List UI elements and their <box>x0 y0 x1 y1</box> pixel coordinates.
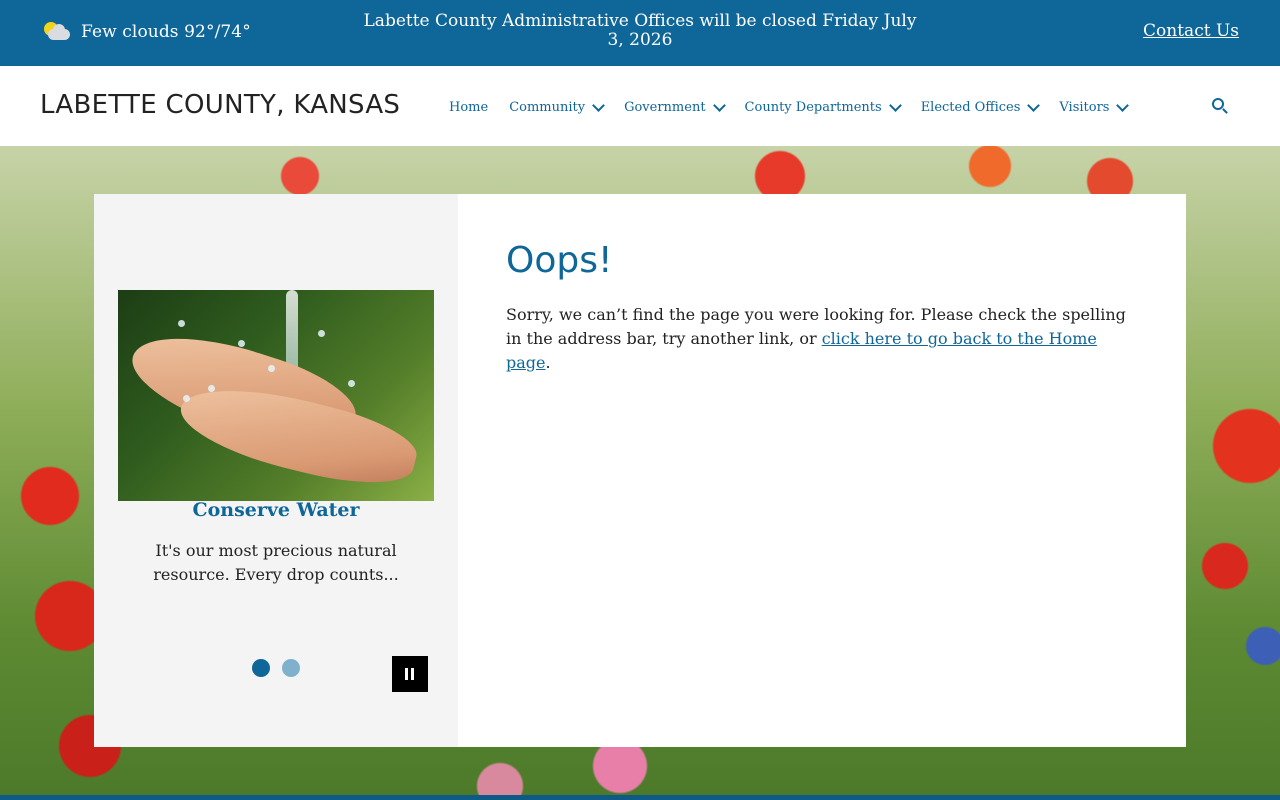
contact-us-link[interactable]: Contact Us <box>1143 21 1239 41</box>
slide-title[interactable]: Conserve Water <box>94 499 458 521</box>
nav-item-visitors[interactable]: Visitors <box>1059 98 1130 115</box>
error-content: Oops! Sorry, we can’t find the page you … <box>506 240 1136 375</box>
nav-item-label: Government <box>624 99 706 115</box>
pause-icon <box>405 668 408 680</box>
slideshow: Conserve Water It's our most precious na… <box>94 194 458 747</box>
pause-button[interactable] <box>392 656 428 692</box>
nav-item-label: Community <box>509 99 586 115</box>
nav-item-label: Elected Offices <box>920 99 1021 115</box>
chevron-down-icon[interactable] <box>1116 98 1130 112</box>
nav-item-elected-offices[interactable]: Elected Offices <box>920 98 1041 115</box>
nav-item-label: Visitors <box>1059 99 1110 115</box>
error-message: Sorry, we can’t find the page you were l… <box>506 303 1136 375</box>
slide-dot-2[interactable] <box>282 659 300 677</box>
slide-text: It's our most precious natural resource.… <box>153 541 399 584</box>
partly-cloudy-icon <box>42 19 72 45</box>
nav-item-government[interactable]: Government <box>624 98 726 115</box>
site-title[interactable]: LABETTE COUNTY, KANSAS <box>40 90 400 120</box>
nav-item-home[interactable]: Home <box>449 100 488 115</box>
nav-item-label: Home <box>449 99 489 115</box>
slide-dot-1[interactable] <box>252 659 270 677</box>
weather-widget: Few clouds 92°/74° <box>42 19 251 45</box>
main-nav: Home Community Government County Departm… <box>449 96 1148 118</box>
search-icon[interactable] <box>1212 98 1228 114</box>
nav-item-label: County Departments <box>744 99 882 115</box>
page-title: Oops! <box>506 240 613 281</box>
chevron-down-icon[interactable] <box>592 98 605 112</box>
content-card: Conserve Water It's our most precious na… <box>94 194 1186 747</box>
top-alert-bar: Few clouds 92°/74° Labette County Admini… <box>0 0 1280 66</box>
slide-image[interactable] <box>118 290 434 501</box>
error-message-end: . <box>545 353 551 372</box>
chevron-down-icon[interactable] <box>1027 98 1041 112</box>
nav-item-county-departments[interactable]: County Departments <box>744 98 902 115</box>
footer-strip <box>0 795 1280 800</box>
site-header: LABETTE COUNTY, KANSAS Home Community Go… <box>0 66 1280 146</box>
weather-text: Few clouds 92°/74° <box>81 22 251 42</box>
chevron-down-icon[interactable] <box>888 98 902 112</box>
nav-item-community[interactable]: Community <box>509 98 605 115</box>
alert-message: Labette County Administrative Offices wi… <box>363 11 917 50</box>
chevron-down-icon[interactable] <box>712 98 726 112</box>
